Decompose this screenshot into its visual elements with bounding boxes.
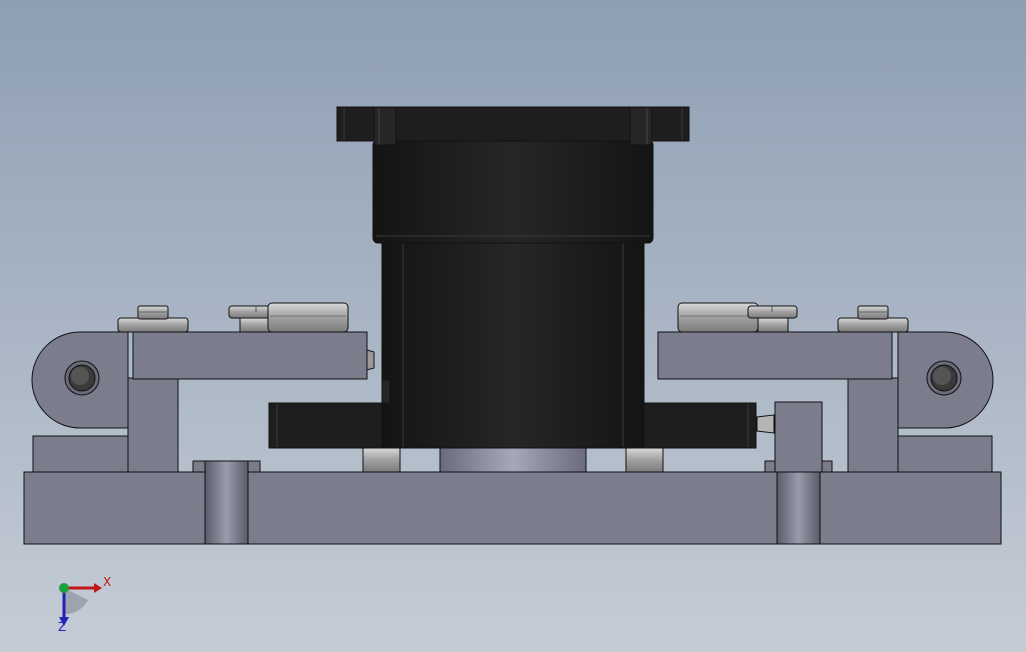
dowel-pin-right[interactable]: [776, 460, 821, 545]
bearing-right[interactable]: [677, 302, 759, 333]
flange-tab-right: [629, 106, 653, 146]
motor-upper-body[interactable]: [372, 139, 654, 244]
motor-shaft[interactable]: [439, 447, 587, 473]
base-plate[interactable]: [23, 471, 1002, 545]
z-axis-label: Z: [58, 620, 67, 634]
x-axis-label: X: [103, 575, 112, 589]
y-axis-dot: [59, 583, 69, 593]
bearing-left[interactable]: [267, 302, 349, 333]
cad-viewport[interactable]: X Z: [0, 0, 1026, 652]
clamp-arm-left[interactable]: [132, 331, 368, 380]
flange-tab-left: [373, 106, 397, 146]
cad-scene[interactable]: [0, 0, 1026, 652]
sensor-nub-right: [756, 414, 775, 434]
screw-shank-left: [239, 317, 271, 333]
washer-left-outer: [117, 317, 189, 333]
sensor-nub-left: [366, 349, 375, 371]
screw-shank-right: [757, 317, 789, 333]
stop-block-right[interactable]: [774, 401, 823, 473]
dowel-pin-left[interactable]: [204, 460, 249, 545]
hinge-post-right: [847, 377, 899, 473]
motor-lower-body[interactable]: [381, 241, 645, 449]
washer-right-outer: [837, 317, 909, 333]
clamp-arm-right[interactable]: [657, 331, 893, 380]
hinge-post-left: [127, 377, 179, 473]
spacer-right: [625, 447, 664, 473]
spacer-left: [362, 447, 401, 473]
